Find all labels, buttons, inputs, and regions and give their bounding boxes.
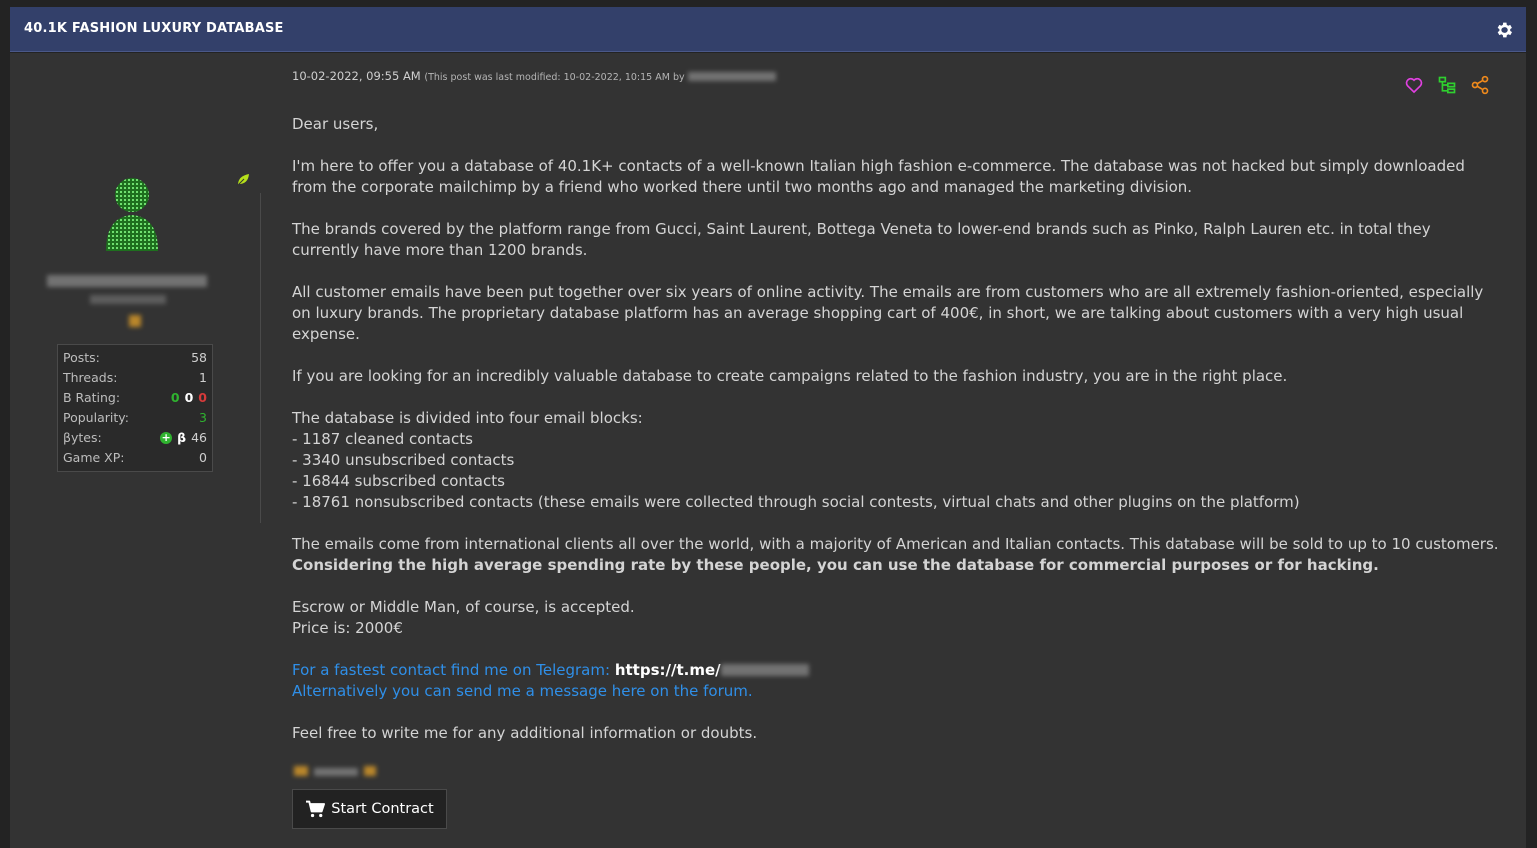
blocks-list: The database is divided into four email … bbox=[292, 408, 1502, 513]
cart-icon bbox=[306, 800, 326, 818]
paragraph-contact: For a fastest contact find me on Telegra… bbox=[292, 660, 1502, 702]
avatar[interactable] bbox=[100, 175, 164, 253]
post-meta: 10-02-2022, 09:55 AM (This post was last… bbox=[292, 69, 777, 83]
bytes-value: 46 bbox=[191, 430, 207, 445]
paragraph-clients: The emails come from international clien… bbox=[292, 535, 1499, 574]
user-stats-box: Posts: 58 Threads: 1 B Rating: 0 0 0 Pop… bbox=[57, 344, 213, 472]
post-date: 10-02-2022, 09:55 AM bbox=[292, 69, 421, 83]
signature bbox=[292, 763, 382, 779]
greeting: Dear users, bbox=[292, 115, 379, 133]
stat-xp: Game XP: 0 bbox=[63, 448, 207, 468]
sidebar-divider bbox=[260, 193, 261, 523]
post-actions bbox=[1404, 75, 1490, 95]
modified-note: (This post was last modified: 10-02-2022… bbox=[424, 72, 685, 83]
start-contract-label: Start Contract bbox=[331, 801, 434, 817]
price-text: Price is: 2000€ bbox=[292, 619, 403, 637]
bytes-value-group: + β 46 bbox=[160, 428, 207, 448]
username-redacted[interactable] bbox=[47, 275, 207, 287]
user-sidebar: Posts: 58 Threads: 1 B Rating: 0 0 0 Pop… bbox=[10, 53, 260, 848]
block-nonsubscribed: - 18761 nonsubscribed contacts (these em… bbox=[292, 493, 1300, 511]
signature-redacted-1 bbox=[294, 766, 308, 776]
posts-count[interactable]: 58 bbox=[191, 348, 207, 368]
gear-icon[interactable] bbox=[1494, 20, 1514, 40]
threads-count[interactable]: 1 bbox=[199, 368, 207, 388]
blocks-intro: The database is divided into four email … bbox=[292, 409, 643, 427]
add-bytes-icon[interactable]: + bbox=[160, 432, 173, 444]
stat-bytes: βytes: + β 46 bbox=[63, 428, 207, 448]
thread-header: 40.1K FASHION LUXURY DATABASE bbox=[10, 7, 1526, 52]
user-badge-redacted bbox=[129, 315, 141, 327]
stat-posts: Posts: 58 bbox=[63, 348, 207, 368]
telegram-text: For a fastest contact find me on Telegra… bbox=[292, 661, 611, 679]
paragraph-price: Escrow or Middle Man, of course, is acce… bbox=[292, 597, 1502, 639]
tree-icon[interactable] bbox=[1437, 75, 1457, 95]
rating-positive: 0 bbox=[170, 390, 180, 405]
modifier-redacted[interactable] bbox=[688, 72, 777, 81]
block-subscribed: - 16844 subscribed contacts bbox=[292, 472, 505, 490]
heart-icon[interactable] bbox=[1404, 75, 1424, 95]
stat-popularity: Popularity: 3 bbox=[63, 408, 207, 428]
xp-value: 0 bbox=[199, 450, 207, 465]
paragraph-brands: The brands covered by the platform range… bbox=[292, 220, 1431, 259]
escrow-text: Escrow or Middle Man, of course, is acce… bbox=[292, 598, 635, 616]
page: 40.1K FASHION LUXURY DATABASE Posts: 58 … bbox=[0, 0, 1537, 848]
thread-title: 40.1K FASHION LUXURY DATABASE bbox=[24, 21, 284, 36]
popularity-value[interactable]: 3 bbox=[199, 408, 207, 428]
bytes-symbol: β bbox=[177, 430, 187, 445]
block-unsubscribed: - 3340 unsubscribed contacts bbox=[292, 451, 515, 469]
paragraph-campaigns: If you are looking for an incredibly val… bbox=[292, 367, 1288, 385]
paragraph-closing: Feel free to write me for any additional… bbox=[292, 724, 758, 742]
block-cleaned: - 1187 cleaned contacts bbox=[292, 430, 473, 448]
forum-message-link[interactable]: Alternatively you can send me a message … bbox=[292, 682, 753, 700]
telegram-link[interactable]: https://t.me/ bbox=[615, 661, 721, 679]
user-title-redacted bbox=[90, 295, 166, 304]
leaf-icon bbox=[236, 174, 249, 187]
start-contract-button[interactable]: Start Contract bbox=[292, 789, 447, 829]
stat-rating: B Rating: 0 0 0 bbox=[63, 388, 207, 408]
rating-values[interactable]: 0 0 0 bbox=[171, 388, 207, 408]
rating-negative: 0 bbox=[198, 390, 207, 405]
stat-threads: Threads: 1 bbox=[63, 368, 207, 388]
signature-redacted-3 bbox=[364, 766, 376, 776]
paragraph-clients-bold: Considering the high average spending ra… bbox=[292, 556, 1379, 574]
post-body: Dear users, I'm here to offer you a data… bbox=[292, 114, 1502, 765]
paragraph-customers: All customer emails have been put togeth… bbox=[292, 283, 1484, 343]
post-container: Posts: 58 Threads: 1 B Rating: 0 0 0 Pop… bbox=[10, 53, 1526, 848]
share-icon[interactable] bbox=[1470, 75, 1490, 95]
signature-redacted-2 bbox=[314, 768, 358, 776]
paragraph-intro: I'm here to offer you a database of 40.1… bbox=[292, 157, 1465, 196]
rating-neutral: 0 bbox=[184, 390, 194, 405]
telegram-handle-redacted[interactable] bbox=[720, 664, 809, 676]
